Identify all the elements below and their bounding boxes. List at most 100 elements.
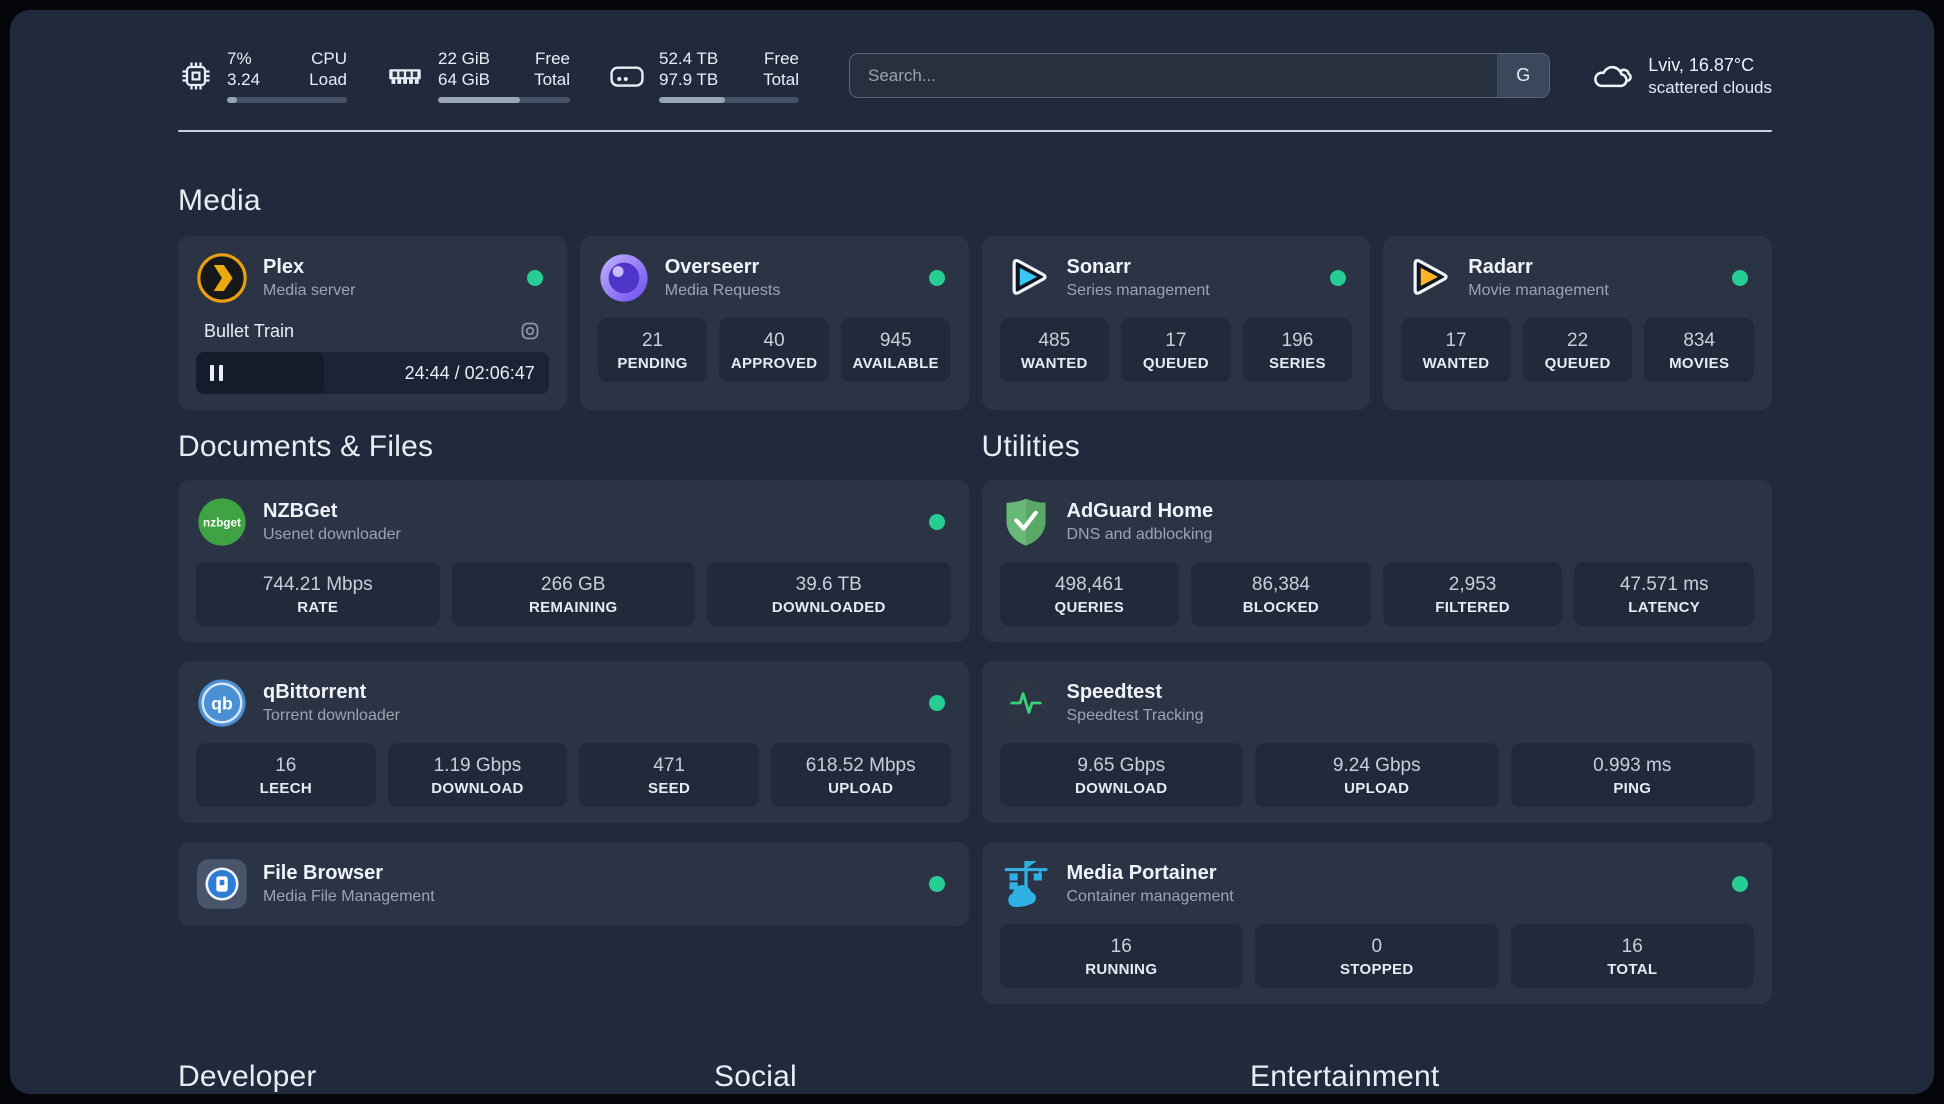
section-documents: Documents & Files nzbget NZBGet Usenet d… [178,430,969,926]
card-nzbget[interactable]: nzbget NZBGet Usenet downloader 744.21 M… [178,480,969,642]
weather-location-temp: Lviv, 16.87°C [1648,54,1755,75]
status-dot [928,270,945,286]
status-dot [928,876,945,892]
stat-approved: 40 APPROVED [719,318,829,382]
stat-queued: 17 QUEUED [1121,318,1231,382]
cpu-icon [182,62,210,89]
status-dot [928,695,945,711]
pause-icon [210,365,223,381]
card-radarr[interactable]: Radarr Movie management 17 WANTED 22 QUE… [1383,236,1772,410]
card-qbittorrent[interactable]: qb qBittorrent Torrent downloader 16 LEE… [178,661,969,823]
card-overseerr[interactable]: Overseerr Media Requests 21 PENDING 40 A… [579,236,969,410]
stat-upload: 9.24 Gbps UPLOAD [1255,743,1499,807]
app-subtitle: Media server [263,282,356,299]
bookmarks-social: Social LI LinkedIn linkedin.com TW Twitt… [714,1060,1236,1094]
status-dot [1330,270,1347,286]
stat-ping: 0.993 ms PING [1510,743,1754,807]
cpu-label: CPU [311,49,347,68]
svg-text:nzbget: nzbget [203,516,241,530]
memory-free-label: Free [535,49,570,68]
disk-icon [610,66,644,87]
weather-condition: scattered clouds [1648,77,1772,97]
bookmarks-developer: Developer GH Github github.com SO StackO… [178,1060,700,1094]
memory-total-value: 64 GiB [438,70,490,89]
now-playing-title: Bullet Train [204,320,295,341]
disk-free-value: 52.4 TB [659,49,719,68]
cpu-usage-value: 7% [227,49,252,68]
section-title-media: Media [178,184,261,217]
stat-running: 16 RUNNING [999,924,1243,988]
memory-total-label: Total [534,70,570,89]
stat-downloaded: 39.6 TB DOWNLOADED [707,562,951,626]
section-title-entertainment: Entertainment [1250,1060,1440,1093]
radarr-icon [1401,252,1453,304]
app-name: NZBGet [263,500,338,522]
top-bar: 7% 3.24 CPU Load 22 GiB 64 GiB Free Tota… [178,48,1772,103]
search-input[interactable] [850,54,1498,97]
app-name: Sonarr [1066,256,1131,278]
stat-rate: 744.21 Mbps RATE [196,562,440,626]
app-name: qBittorrent [263,681,367,703]
memory-icon [389,68,421,84]
search-provider-button[interactable]: G [1497,54,1550,97]
app-name: Media Portainer [1066,862,1217,884]
app-subtitle: Media File Management [263,888,435,905]
stat-filtered: 2,953 FILTERED [1382,562,1563,626]
app-subtitle: Usenet downloader [263,526,401,543]
stat-stopped: 0 STOPPED [1255,924,1499,988]
playback-progress: 24:44 / 02:06:47 [196,352,549,394]
app-subtitle: Series management [1066,282,1210,299]
dashboard-page: 7% 3.24 CPU Load 22 GiB 64 GiB Free Tota… [0,0,1944,1104]
stat-remaining: 266 GB REMAINING [451,562,695,626]
dashboard-app: 7% 3.24 CPU Load 22 GiB 64 GiB Free Tota… [10,10,1934,1094]
card-portainer[interactable]: Media Portainer Container management 16 … [981,842,1772,1004]
section-media: Media Plex Media server Bullet Train 24:… [178,184,1772,410]
portainer-icon [1000,858,1052,910]
status-dot [1732,876,1748,892]
filebrowser-icon [196,858,248,910]
stat-queries: 498,461 QUERIES [999,562,1180,626]
stat-latency: 47.571 ms LATENCY [1574,562,1754,626]
stat-total: 16 TOTAL [1510,924,1754,988]
stat-download: 9.65 Gbps DOWNLOAD [999,743,1243,807]
disk-total-label: Total [763,70,799,89]
stat-queued: 22 QUEUED [1522,318,1633,382]
stat-pending: 21 PENDING [597,318,708,382]
card-speedtest[interactable]: Speedtest Speedtest Tracking 9.65 Gbps D… [981,661,1772,823]
playback-time: 24:44 / 02:06:47 [404,362,535,383]
section-title-documents: Documents & Files [178,430,434,463]
stat-upload: 618.52 Mbps UPLOAD [770,743,951,807]
stat-available: 945 AVAILABLE [840,318,951,382]
app-name: File Browser [263,862,384,884]
card-plex[interactable]: Plex Media server Bullet Train 24:44 / 0… [178,236,567,410]
section-title-utilities: Utilities [981,430,1080,463]
bookmarks-entertainment: Entertainment YT YouTube youtube.com NF … [1250,1060,1772,1094]
plex-icon [196,252,248,304]
disk-progress-bar [659,97,799,103]
disk-free-label: Free [764,49,799,68]
status-dot [526,270,543,286]
app-name: Speedtest [1066,681,1163,703]
topbar-divider [178,130,1772,132]
stat-leech: 16 LEECH [196,743,376,807]
adguard-icon [1000,496,1052,548]
speedtest-icon [1000,677,1052,729]
app-subtitle: Media Requests [664,282,781,299]
app-subtitle: Torrent downloader [263,707,400,724]
card-sonarr[interactable]: Sonarr Series management 485 WANTED 17 Q… [981,236,1371,410]
cpu-load-label: Load [309,70,347,89]
gear-icon[interactable] [519,320,541,342]
nzbget-icon: nzbget [196,496,248,548]
app-name: Plex [263,256,305,278]
app-subtitle: Movie management [1468,282,1609,299]
app-name: Radarr [1468,256,1533,278]
card-adguard[interactable]: AdGuard Home DNS and adblocking 498,461 … [981,480,1772,642]
app-subtitle: Speedtest Tracking [1066,707,1204,724]
card-filebrowser[interactable]: File Browser Media File Management [178,842,969,926]
memory-progress-bar [438,97,570,103]
stat-seed: 471 SEED [579,743,759,807]
app-subtitle: Container management [1066,888,1234,905]
svg-text:qb: qb [211,694,233,714]
disk-total-value: 97.9 TB [659,70,719,89]
cloud-icon [1594,65,1633,87]
